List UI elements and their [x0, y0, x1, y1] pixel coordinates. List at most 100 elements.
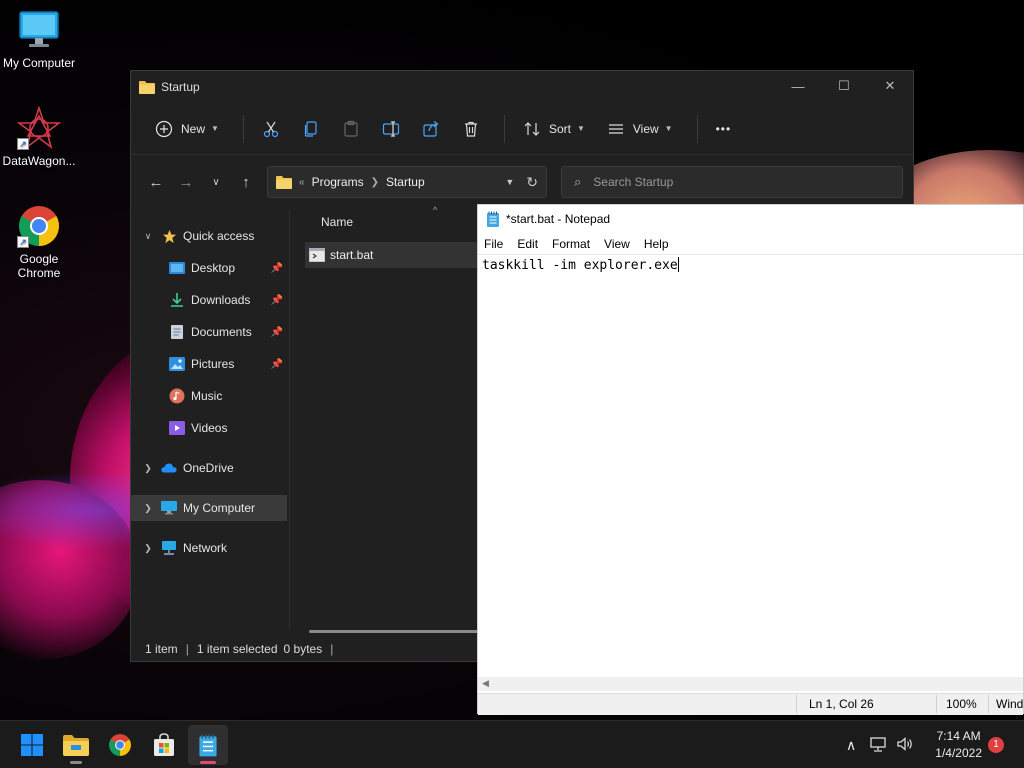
start-button[interactable]	[12, 725, 52, 765]
nav-item-desktop[interactable]: Desktop 📌	[131, 255, 287, 281]
maximize-button[interactable]: ☐	[821, 71, 867, 101]
notepad-content: taskkill -im explorer.exe	[482, 258, 678, 273]
search-icon: ⌕	[574, 174, 582, 189]
folder-icon	[139, 81, 155, 94]
overflow-chevron-icon[interactable]: «	[299, 177, 305, 188]
item-count: 1 item	[145, 642, 178, 656]
chevron-down-icon: ▼	[664, 124, 673, 133]
toolbar-divider	[503, 114, 505, 143]
chevron-right-icon[interactable]: ❯	[141, 503, 155, 514]
nav-network[interactable]: ❯ Network	[131, 535, 287, 561]
sort-arrows-icon	[524, 121, 540, 136]
sort-ascending-icon: ^	[433, 205, 438, 215]
rename-button[interactable]	[374, 113, 408, 145]
up-arrow-icon[interactable]: ↑	[231, 167, 261, 197]
window-title: Startup	[161, 80, 200, 94]
recent-locations-chevron-icon[interactable]: ∨	[201, 167, 231, 197]
menu-format[interactable]: Format	[552, 237, 590, 251]
windows-logo-icon	[21, 734, 43, 756]
nav-item-documents[interactable]: Documents 📌	[131, 319, 287, 345]
cut-button[interactable]	[254, 113, 288, 145]
breadcrumb-chevron-icon[interactable]: ❯	[371, 177, 379, 188]
back-arrow-icon[interactable]: ←	[141, 167, 171, 197]
explorer-titlebar[interactable]: Startup — ☐ ✕	[131, 71, 913, 103]
copy-button[interactable]	[294, 113, 328, 145]
selection-count: 1 item selected	[196, 642, 278, 656]
file-name: start.bat	[330, 248, 374, 262]
nav-item-downloads[interactable]: Downloads 📌	[131, 287, 287, 313]
chevron-down-icon[interactable]: ∨	[141, 231, 155, 242]
show-hidden-icons-chevron-icon[interactable]: ∧	[846, 737, 856, 754]
nav-item-music[interactable]: Music	[131, 383, 287, 409]
share-button[interactable]	[414, 113, 448, 145]
menu-help[interactable]: Help	[644, 237, 669, 251]
close-button[interactable]: ✕	[867, 71, 913, 101]
sort-button[interactable]: Sort ▼	[515, 113, 593, 145]
notepad-titlebar[interactable]: *start.bat - Notepad	[478, 205, 1023, 233]
desktop-icon-datawagon[interactable]: ↗ DataWagon...	[0, 105, 78, 168]
paste-button[interactable]	[334, 113, 368, 145]
minimize-button[interactable]: —	[775, 71, 821, 101]
pin-icon[interactable]: 📌	[271, 359, 283, 370]
cursor-position: Ln 1, Col 26	[809, 697, 874, 711]
plus-circle-icon	[155, 120, 173, 137]
network-status-icon[interactable]	[870, 736, 888, 755]
breadcrumb-item[interactable]: Programs	[312, 175, 364, 189]
taskbar-chrome[interactable]	[100, 725, 140, 765]
taskbar-clock[interactable]: 7:14 AM 1/4/2022	[935, 728, 982, 762]
nav-item-pictures[interactable]: Pictures 📌	[131, 351, 287, 377]
volume-icon[interactable]	[896, 736, 914, 755]
share-icon	[423, 120, 439, 137]
video-icon	[169, 420, 185, 436]
monitor-icon	[161, 500, 177, 516]
notepad-status-bar: Ln 1, Col 26 100% Wind	[478, 693, 1023, 715]
taskbar-file-explorer[interactable]	[56, 725, 96, 765]
more-options-button[interactable]: •••	[708, 113, 740, 145]
horizontal-scrollbar[interactable]	[309, 630, 479, 633]
file-row[interactable]: start.bat	[305, 242, 505, 268]
document-icon	[169, 324, 185, 340]
address-dropdown-icon[interactable]: ▼	[505, 177, 514, 187]
column-header-name[interactable]: Name	[321, 215, 353, 229]
taskbar: ∧ 7:14 AM 1/4/2022 1	[0, 720, 1024, 768]
pin-icon[interactable]: 📌	[271, 263, 283, 274]
nav-quick-access[interactable]: ∨ Quick access	[131, 223, 287, 249]
pane-divider[interactable]	[289, 209, 290, 629]
forward-arrow-icon[interactable]: →	[171, 167, 201, 197]
scroll-left-icon[interactable]: ◀	[482, 678, 489, 689]
notification-badge[interactable]: 1	[988, 737, 1004, 753]
notepad-icon	[199, 734, 217, 757]
cloud-icon	[161, 460, 177, 476]
address-bar[interactable]: « Programs ❯ Startup ▼ ↻	[267, 166, 547, 198]
menu-view[interactable]: View	[604, 237, 630, 251]
chevron-right-icon[interactable]: ❯	[141, 543, 155, 554]
nav-onedrive[interactable]: ❯ OneDrive	[131, 455, 287, 481]
desktop-icon-google-chrome[interactable]: ↗ Google Chrome	[0, 204, 78, 280]
menu-edit[interactable]: Edit	[517, 237, 538, 251]
rename-icon	[382, 120, 400, 137]
store-bag-icon	[154, 733, 174, 756]
new-button[interactable]: New ▼	[147, 113, 227, 145]
desktop-folder-icon	[169, 260, 185, 276]
breadcrumb-item[interactable]: Startup	[386, 175, 425, 189]
pin-icon[interactable]: 📌	[271, 295, 283, 306]
refresh-icon[interactable]: ↻	[526, 174, 538, 191]
line-ending: Wind	[996, 697, 1024, 711]
pin-icon[interactable]: 📌	[271, 327, 283, 338]
search-box[interactable]: ⌕ Search Startup	[561, 166, 903, 198]
desktop-icon-label: DataWagon...	[2, 154, 76, 168]
batch-file-icon	[309, 248, 325, 262]
taskbar-notepad[interactable]	[188, 725, 228, 765]
notepad-horizontal-scrollbar[interactable]: ◀	[478, 677, 1023, 691]
taskbar-store[interactable]	[144, 725, 184, 765]
nav-my-computer[interactable]: ❯ My Computer	[131, 495, 287, 521]
chevron-right-icon[interactable]: ❯	[141, 463, 155, 474]
nav-item-videos[interactable]: Videos	[131, 415, 287, 441]
desktop-icon-label: My Computer	[2, 56, 76, 70]
notepad-text-area[interactable]: taskkill -im explorer.exe	[478, 255, 1023, 675]
delete-button[interactable]	[454, 113, 488, 145]
view-button[interactable]: View ▼	[599, 113, 681, 145]
menu-file[interactable]: File	[484, 237, 503, 251]
system-tray: ∧	[846, 721, 914, 768]
desktop-icon-my-computer[interactable]: My Computer	[0, 8, 78, 70]
